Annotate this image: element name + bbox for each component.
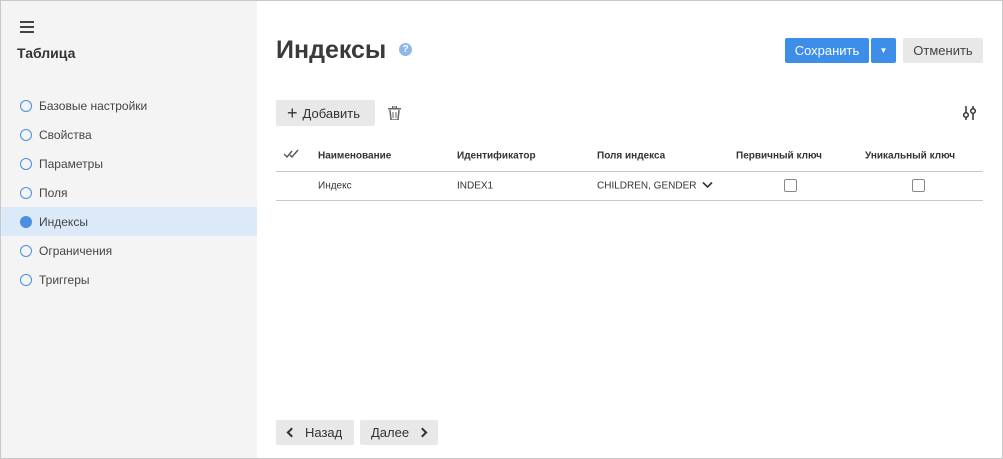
radio-icon <box>20 99 32 112</box>
trash-icon[interactable] <box>388 106 401 120</box>
cell-fields[interactable]: CHILDREN, GENDER <box>597 181 696 192</box>
column-header-primary-key[interactable]: Первичный ключ <box>736 150 822 161</box>
sidebar-item-base-settings[interactable]: Базовые настройки <box>1 91 257 120</box>
hamburger-menu-icon[interactable] <box>20 21 34 33</box>
cancel-button[interactable]: Отменить <box>903 38 983 63</box>
add-button-label: Добавить <box>302 105 360 121</box>
sidebar-item-label: Триггеры <box>39 272 90 287</box>
column-header-name[interactable]: Наименование <box>318 150 391 161</box>
radio-icon <box>20 157 32 170</box>
table-row[interactable]: Индекс INDEX1 CHILDREN, GENDER <box>276 172 983 201</box>
sidebar: Таблица Базовые настройки Свойства Парам… <box>1 1 257 458</box>
sidebar-item-parameters[interactable]: Параметры <box>1 149 257 178</box>
add-button[interactable]: + Добавить <box>276 100 375 126</box>
sidebar-item-label: Свойства <box>39 127 92 142</box>
radio-icon <box>20 128 32 141</box>
column-header-fields[interactable]: Поля индекса <box>597 150 665 161</box>
sidebar-nav: Базовые настройки Свойства Параметры Пол… <box>1 91 257 294</box>
column-settings-icon[interactable] <box>963 106 977 120</box>
select-all-icon[interactable] <box>284 149 300 159</box>
help-icon[interactable]: ? <box>399 43 412 56</box>
next-button[interactable]: Далее <box>360 420 438 445</box>
page-title: Индексы <box>276 36 387 64</box>
chevron-right-icon <box>417 427 428 438</box>
sidebar-item-label: Поля <box>39 185 68 200</box>
sidebar-title: Таблица <box>17 45 76 61</box>
column-header-unique-key[interactable]: Уникальный ключ <box>865 150 955 161</box>
table-header: Наименование Идентификатор Поля индекса … <box>276 140 983 172</box>
sidebar-item-label: Базовые настройки <box>39 98 148 113</box>
chevron-down-icon[interactable] <box>702 181 713 189</box>
indexes-table: Наименование Идентификатор Поля индекса … <box>276 140 983 201</box>
back-button-label: Назад <box>305 425 343 440</box>
sidebar-item-label: Параметры <box>39 156 103 171</box>
save-button[interactable]: Сохранить <box>785 38 869 63</box>
radio-icon <box>20 244 32 257</box>
cell-identifier[interactable]: INDEX1 <box>457 181 493 192</box>
radio-icon <box>20 186 32 199</box>
sidebar-item-label: Ограничения <box>39 243 113 258</box>
sidebar-item-triggers[interactable]: Триггеры <box>1 265 257 294</box>
radio-selected-icon <box>20 215 32 228</box>
sidebar-item-constraints[interactable]: Ограничения <box>1 236 257 265</box>
sidebar-item-label: Индексы <box>39 214 88 229</box>
plus-icon: + <box>287 103 298 123</box>
sidebar-item-properties[interactable]: Свойства <box>1 120 257 149</box>
cell-name[interactable]: Индекс <box>318 181 352 192</box>
back-button[interactable]: Назад <box>276 420 354 445</box>
primary-key-checkbox[interactable] <box>784 179 797 192</box>
save-dropdown-button[interactable]: ▼ <box>871 38 896 63</box>
column-header-identifier[interactable]: Идентификатор <box>457 150 536 161</box>
sidebar-item-fields[interactable]: Поля <box>1 178 257 207</box>
chevron-left-icon <box>286 427 297 438</box>
sidebar-item-indexes[interactable]: Индексы <box>1 207 257 236</box>
unique-key-checkbox[interactable] <box>912 179 925 192</box>
next-button-label: Далее <box>371 425 410 440</box>
radio-icon <box>20 273 32 286</box>
